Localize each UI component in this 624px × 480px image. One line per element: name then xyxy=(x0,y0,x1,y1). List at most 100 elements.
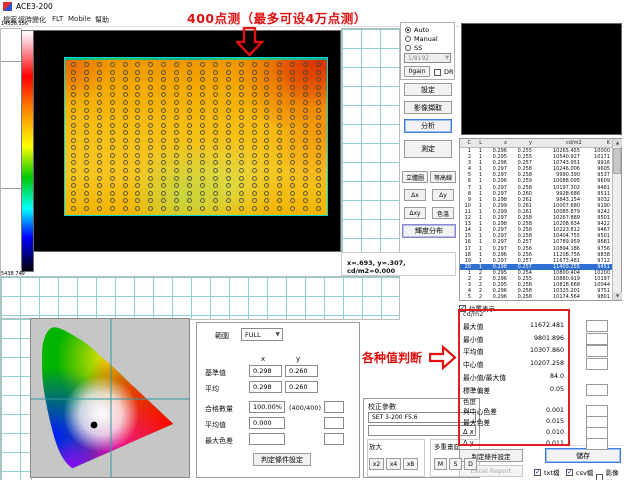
exposure-dropdown[interactable]: 1/8192 ▼ xyxy=(404,53,451,63)
luminance-heatmap xyxy=(64,57,328,216)
measure-point xyxy=(252,77,257,82)
measure-point xyxy=(226,62,231,67)
measure-point xyxy=(252,160,257,165)
delta-xy-button[interactable]: Δxy xyxy=(404,207,426,219)
contour-button[interactable]: 等高線 xyxy=(430,171,456,183)
measure-point xyxy=(71,153,76,158)
measure-point xyxy=(174,108,179,113)
footer-check-3[interactable]: 影像檔 xyxy=(596,467,624,480)
judge-condition-button[interactable]: 判定條件設定 xyxy=(253,453,311,466)
base-x-field[interactable]: 0.298 xyxy=(249,365,282,377)
measurement-image-view[interactable] xyxy=(33,30,341,252)
table-row[interactable]: 520.2960.25810174.5649801 xyxy=(460,294,612,300)
avg-x-field[interactable]: 0.298 xyxy=(249,381,282,393)
measure-point xyxy=(135,123,140,128)
avg-label: 平均 xyxy=(205,384,219,394)
avg-y-field[interactable]: 0.260 xyxy=(285,381,318,393)
annotation-right-arrow-icon xyxy=(429,345,457,370)
measure-point xyxy=(277,100,282,105)
zero-gain-button[interactable]: 0gain xyxy=(404,66,430,77)
radio-manual[interactable]: Manual xyxy=(405,35,438,43)
measure-point xyxy=(97,62,102,67)
measure-point xyxy=(290,138,295,143)
measure-point xyxy=(200,145,205,150)
luminance-distribution-button[interactable]: 輝度分布 xyxy=(402,224,456,238)
scroll-up-icon[interactable]: ▲ xyxy=(613,139,622,147)
color-temp-button[interactable]: 色溫 xyxy=(432,207,454,219)
base-y-field[interactable]: 0.260 xyxy=(285,365,318,377)
measure-point xyxy=(239,77,244,82)
measure-point xyxy=(135,100,140,105)
measure-point xyxy=(148,100,153,105)
measure-point xyxy=(174,115,179,120)
measure-point xyxy=(200,62,205,67)
zoom-x2-button[interactable]: x2 xyxy=(369,458,384,470)
calibration-param2-field[interactable] xyxy=(368,425,476,436)
multi-S-button[interactable]: S xyxy=(449,458,462,470)
measure-point xyxy=(135,77,140,82)
measure-point xyxy=(316,85,321,90)
measure-point xyxy=(226,153,231,158)
radio-ss[interactable]: SS xyxy=(405,44,422,52)
menu-item-3[interactable]: FLT xyxy=(52,15,63,23)
measure-point xyxy=(290,92,295,97)
measure-point xyxy=(174,62,179,67)
mean-variance-field[interactable]: 0.000 xyxy=(249,417,285,429)
measure-point xyxy=(290,115,295,120)
lum-stat-row: 最大值11672.481 xyxy=(463,321,621,332)
window-title: ACE3-200 xyxy=(16,2,53,11)
cie-chromaticity-diagram[interactable] xyxy=(30,318,190,478)
radio-auto[interactable]: Auto xyxy=(405,26,429,34)
measure-point xyxy=(148,183,153,188)
measure-point xyxy=(213,160,218,165)
measure-point xyxy=(110,100,115,105)
heatmap-top-edge xyxy=(65,58,327,60)
measure-point xyxy=(316,138,321,143)
measure-point xyxy=(71,168,76,173)
analyze-button[interactable]: 分析 xyxy=(404,119,452,133)
max-colordiff-field[interactable] xyxy=(249,433,285,445)
zoom-x8-button[interactable]: x8 xyxy=(403,458,418,470)
scroll-thumb[interactable] xyxy=(613,148,621,174)
surface3d-button[interactable]: 立體圖 xyxy=(402,171,428,183)
measure-point xyxy=(290,123,295,128)
calibration-param-field[interactable]: SET 3-200 F5.6 xyxy=(368,412,476,423)
measure-point xyxy=(316,100,321,105)
measure-point xyxy=(239,160,244,165)
footer-check-2[interactable]: csv檔 xyxy=(566,467,593,477)
image-capture-button[interactable]: 影像擷取 xyxy=(404,101,452,114)
scroll-down-icon[interactable]: ▼ xyxy=(613,292,622,300)
measure-point xyxy=(84,115,89,120)
measure-point xyxy=(135,85,140,90)
multi-M-button[interactable]: M xyxy=(434,458,447,470)
footer-check-1[interactable]: txt檔 xyxy=(534,467,559,477)
save-button[interactable]: 儲存 xyxy=(545,448,621,463)
measure-point xyxy=(187,108,192,113)
table-scrollbar[interactable]: ▲ ▼ xyxy=(612,139,621,300)
measure-point xyxy=(303,62,308,67)
table-body[interactable]: 110.2960.25510265.45510000210.2950.25510… xyxy=(460,148,612,301)
measure-point xyxy=(226,176,231,181)
menu-item-5[interactable]: 幫助 xyxy=(95,15,109,25)
measure-point xyxy=(200,70,205,75)
measure-point xyxy=(277,183,282,188)
delta-x-button[interactable]: Δx xyxy=(404,189,426,201)
lum-stat-row: 最小值9801.896 xyxy=(463,334,621,345)
delta-y-button[interactable]: Δy xyxy=(432,189,454,201)
measure-point xyxy=(97,206,102,211)
measure-button[interactable]: 測定 xyxy=(404,140,452,158)
measure-point xyxy=(239,145,244,150)
measure-point xyxy=(161,92,166,97)
measure-point xyxy=(226,115,231,120)
measure-point xyxy=(252,62,257,67)
multi-D-button[interactable]: D xyxy=(464,458,477,470)
measure-point xyxy=(174,77,179,82)
pass-percent-field[interactable]: 100.00% xyxy=(249,401,285,413)
measure-point xyxy=(161,206,166,211)
zoom-x4-button[interactable]: x4 xyxy=(386,458,401,470)
settings-button[interactable]: 設定 xyxy=(404,83,452,96)
measure-point xyxy=(123,176,128,181)
dr-checkbox[interactable]: DR xyxy=(434,68,454,76)
range-dropdown[interactable]: FULL ▼ xyxy=(241,328,283,341)
menu-item-4[interactable]: Mobile xyxy=(68,15,91,23)
